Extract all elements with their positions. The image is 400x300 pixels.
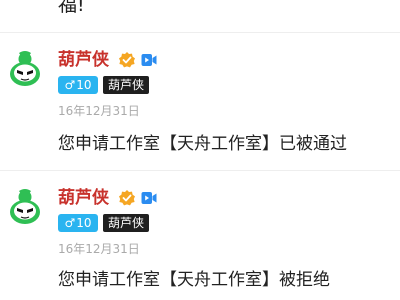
level-value: 10 <box>76 78 92 92</box>
verified-badge-icon <box>119 190 135 206</box>
previous-message-fragment: 福! <box>58 0 85 16</box>
video-icon <box>141 192 157 204</box>
title-badge: 葫芦侠 <box>103 76 150 94</box>
male-gender-icon: ♂ <box>64 216 76 230</box>
male-gender-icon: ♂ <box>64 78 76 92</box>
message-content: 您申请工作室【天舟工作室】已被通过 <box>58 134 347 154</box>
username[interactable]: 葫芦侠 <box>58 188 109 208</box>
list-item[interactable]: 葫芦侠 ♂10 葫芦侠 16年12月31日 您申请工作室【天舟工作室】被拒绝 <box>0 171 400 291</box>
gourd-avatar-icon[interactable] <box>8 189 42 225</box>
gourd-avatar-icon[interactable] <box>8 51 42 87</box>
message-content: 您申请工作室【天舟工作室】被拒绝 <box>58 270 330 290</box>
title-badge: 葫芦侠 <box>103 214 150 232</box>
gender-level-badge: ♂10 <box>58 76 98 94</box>
verified-badge-icon <box>119 52 135 68</box>
username[interactable]: 葫芦侠 <box>58 50 109 70</box>
level-value: 10 <box>76 216 92 230</box>
gender-level-badge: ♂10 <box>58 214 98 232</box>
message-date: 16年12月31日 <box>58 104 140 118</box>
list-item[interactable]: 葫芦侠 ♂10 葫芦侠 16年12月31日 您申请工作室【天舟工作室】已被通过 <box>0 33 400 154</box>
video-icon <box>141 54 157 66</box>
message-date: 16年12月31日 <box>58 242 140 256</box>
